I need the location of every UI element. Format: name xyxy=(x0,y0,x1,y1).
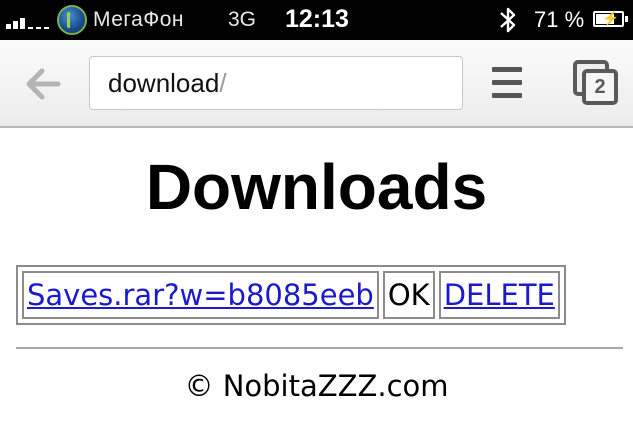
download-status: OK xyxy=(387,278,430,312)
url-suffix: / xyxy=(219,68,227,98)
menu-icon[interactable] xyxy=(492,65,524,101)
table-row: Saves.rar?w=b8085eeb OK DELETE xyxy=(22,271,560,319)
back-arrow-icon[interactable] xyxy=(18,60,66,108)
tabs-icon[interactable]: 2 xyxy=(571,58,621,106)
downloads-table: Saves.rar?w=b8085eeb OK DELETE xyxy=(16,265,566,325)
status-cell: OK xyxy=(382,271,435,319)
delete-cell: DELETE xyxy=(438,271,560,319)
address-bar[interactable]: download/ xyxy=(89,56,463,110)
bluetooth-icon xyxy=(500,7,516,33)
carrier-name: МегаФон xyxy=(93,8,185,31)
megafon-logo xyxy=(57,5,87,35)
battery-charging-icon: ⚡ xyxy=(593,10,628,27)
signal-strength-icon xyxy=(6,13,50,29)
status-bar: МегаФон 3G 12:13 71 % ⚡ xyxy=(0,0,633,40)
clock: 12:13 xyxy=(285,5,349,33)
tab-count: 2 xyxy=(582,69,618,105)
page-title: Downloads xyxy=(145,151,488,223)
delete-link[interactable]: DELETE xyxy=(444,278,555,312)
network-type: 3G xyxy=(228,8,257,31)
browser-toolbar: download/ 2 xyxy=(0,40,633,128)
divider xyxy=(16,347,623,349)
footer-copyright: © NobitaZZZ.com xyxy=(184,369,449,403)
battery-percent: 71 % xyxy=(534,7,585,32)
url-text: download xyxy=(108,68,220,98)
download-file-link[interactable]: Saves.rar?w=b8085eeb xyxy=(27,278,374,312)
file-cell: Saves.rar?w=b8085eeb xyxy=(22,271,379,319)
